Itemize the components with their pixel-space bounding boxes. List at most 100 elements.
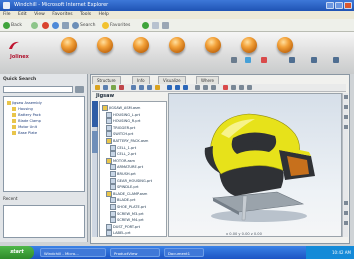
save-icon[interactable]	[103, 85, 108, 90]
side-tab-attributes[interactable]	[92, 131, 98, 153]
structure-tree-row[interactable]: BATTERY_PACK.asm	[106, 138, 148, 144]
structure-tree-row[interactable]: BRUSH.prt	[110, 171, 136, 177]
menu-edit[interactable]: Edit	[18, 12, 27, 17]
nav-orb-search[interactable]	[241, 37, 257, 53]
nav-orb-admin[interactable]	[277, 37, 293, 53]
quick-search-input[interactable]	[3, 86, 73, 93]
tree-item[interactable]: Battery Pack	[12, 113, 41, 118]
measure-icon[interactable]	[203, 85, 208, 90]
collapse-icon[interactable]	[119, 85, 124, 90]
menu-view[interactable]: View	[34, 12, 45, 17]
structure-tree-row[interactable]: TRIGGER.prt	[106, 124, 136, 131]
view-tool-icon[interactable]	[344, 125, 348, 129]
trigger	[252, 141, 258, 150]
structure-tree-row[interactable]: ARMATURE.prt	[110, 164, 143, 171]
company-logo[interactable]: Jolinex	[6, 40, 42, 66]
tree-item[interactable]: Housing	[12, 107, 33, 112]
rotate-icon[interactable]	[131, 85, 136, 90]
highlight-icon[interactable]	[223, 85, 228, 90]
header-tool-4-icon[interactable]	[289, 57, 295, 63]
folder-icon	[7, 101, 11, 105]
structure-tree-row[interactable]: SWITCH.prt	[106, 131, 133, 138]
3d-model-canvas[interactable]	[168, 93, 342, 237]
structure-tree-row[interactable]: BLADE.prt	[110, 197, 135, 204]
structure-tree-row[interactable]: CELL_2.prt	[110, 151, 136, 158]
nav-orb-home[interactable]	[61, 37, 77, 53]
tree-item[interactable]: Blade Clamp	[12, 119, 41, 124]
stop-button[interactable]	[42, 21, 50, 30]
header-tool-3-icon[interactable]	[261, 57, 267, 63]
markup-icon[interactable]	[211, 85, 216, 90]
home-button[interactable]	[62, 21, 70, 30]
search-button[interactable]: Search	[72, 21, 100, 30]
taskbar-task[interactable]: Document1	[164, 248, 204, 257]
view-top-icon[interactable]	[183, 85, 188, 90]
view-tool-icon[interactable]	[344, 201, 348, 205]
structure-tree-row[interactable]: LABEL.prt	[106, 230, 131, 236]
menu-favorites[interactable]: Favorites	[52, 12, 72, 17]
start-button[interactable]: start	[0, 246, 34, 259]
pan-icon[interactable]	[139, 85, 144, 90]
structure-tree-row[interactable]: CELL_1.prt	[110, 144, 136, 151]
nav-orb-products[interactable]	[97, 37, 113, 53]
view-tool-icon[interactable]	[344, 105, 348, 109]
structure-tree-row[interactable]: SHOE_PLATE.prt	[110, 204, 146, 210]
expand-icon[interactable]	[111, 85, 116, 90]
settings-icon[interactable]	[231, 85, 236, 90]
structure-tree-label: BRUSH.prt	[117, 172, 136, 176]
taskbar-task[interactable]: Windchill - Micro...	[40, 248, 106, 257]
viewer-scrollbar[interactable]	[342, 93, 348, 237]
header-tool-5-icon[interactable]	[311, 57, 317, 63]
zoom-icon[interactable]	[147, 85, 152, 90]
menu-help[interactable]: Help	[99, 12, 109, 17]
quick-search-go-button[interactable]	[75, 86, 84, 93]
header-tool-2-icon[interactable]	[245, 57, 251, 63]
refresh-button[interactable]	[52, 21, 60, 30]
close-icon[interactable]	[344, 2, 352, 9]
tree-item[interactable]: Jigsaw Assembly	[7, 101, 42, 106]
mail-button[interactable]	[152, 21, 160, 30]
structure-tree-row[interactable]: SPINDLE.prt	[110, 184, 139, 191]
help-icon[interactable]	[247, 85, 252, 90]
back-button[interactable]: Back	[3, 21, 29, 30]
structure-tree-label: TRIGGER.prt	[113, 125, 136, 130]
structure-tree-row[interactable]: SCREW_M4.prt	[110, 217, 144, 224]
structure-tree-row[interactable]: JIGSAW_ASM.asm	[102, 105, 140, 111]
structure-tree-row[interactable]: HOUSING_L.prt	[106, 111, 140, 118]
recent-list[interactable]	[3, 205, 85, 238]
view-tool-icon[interactable]	[344, 95, 348, 99]
section-icon[interactable]	[195, 85, 200, 90]
nav-orb-projects[interactable]	[133, 37, 149, 53]
fit-icon[interactable]	[155, 85, 160, 90]
view-tool-icon[interactable]	[344, 221, 348, 225]
structure-tree-row[interactable]: BLADE_CLAMP.asm	[106, 190, 147, 197]
print-view-icon[interactable]	[239, 85, 244, 90]
structure-tree-row[interactable]: DUST_PORT.prt	[106, 223, 140, 230]
view-tool-icon[interactable]	[344, 115, 348, 119]
view-tool-icon[interactable]	[344, 211, 348, 215]
structure-tree-row[interactable]: SCREW_M3.prt	[110, 210, 144, 217]
structure-tree-row[interactable]: MOTOR.asm	[106, 157, 135, 164]
refresh-icon	[52, 22, 59, 29]
menu-tools[interactable]: Tools	[80, 12, 91, 17]
minimize-icon[interactable]	[326, 2, 334, 9]
nav-orb-change[interactable]	[205, 37, 221, 53]
history-button[interactable]	[142, 21, 150, 30]
nav-orb-libraries[interactable]	[169, 37, 185, 53]
forward-button[interactable]	[31, 21, 39, 30]
structure-tree-row[interactable]: GEAR_HOUSING.prt	[110, 177, 152, 184]
open-icon[interactable]	[95, 85, 100, 90]
view-front-icon[interactable]	[175, 85, 180, 90]
structure-tree-row[interactable]: HOUSING_R.prt	[106, 118, 140, 125]
header-tool-6-icon[interactable]	[333, 57, 339, 63]
maximize-icon[interactable]	[335, 2, 343, 9]
side-tab-structure[interactable]	[92, 101, 98, 127]
view-iso-icon[interactable]	[167, 85, 172, 90]
print-button[interactable]	[162, 21, 170, 30]
tree-item[interactable]: Motor Unit	[12, 125, 37, 130]
header-tool-1-icon[interactable]	[231, 57, 237, 63]
favorites-button[interactable]: Favorites	[102, 21, 138, 30]
taskbar-task[interactable]: ProductView	[110, 248, 160, 257]
tree-item[interactable]: Base Plate	[12, 131, 37, 136]
menu-file[interactable]: File	[3, 12, 11, 17]
